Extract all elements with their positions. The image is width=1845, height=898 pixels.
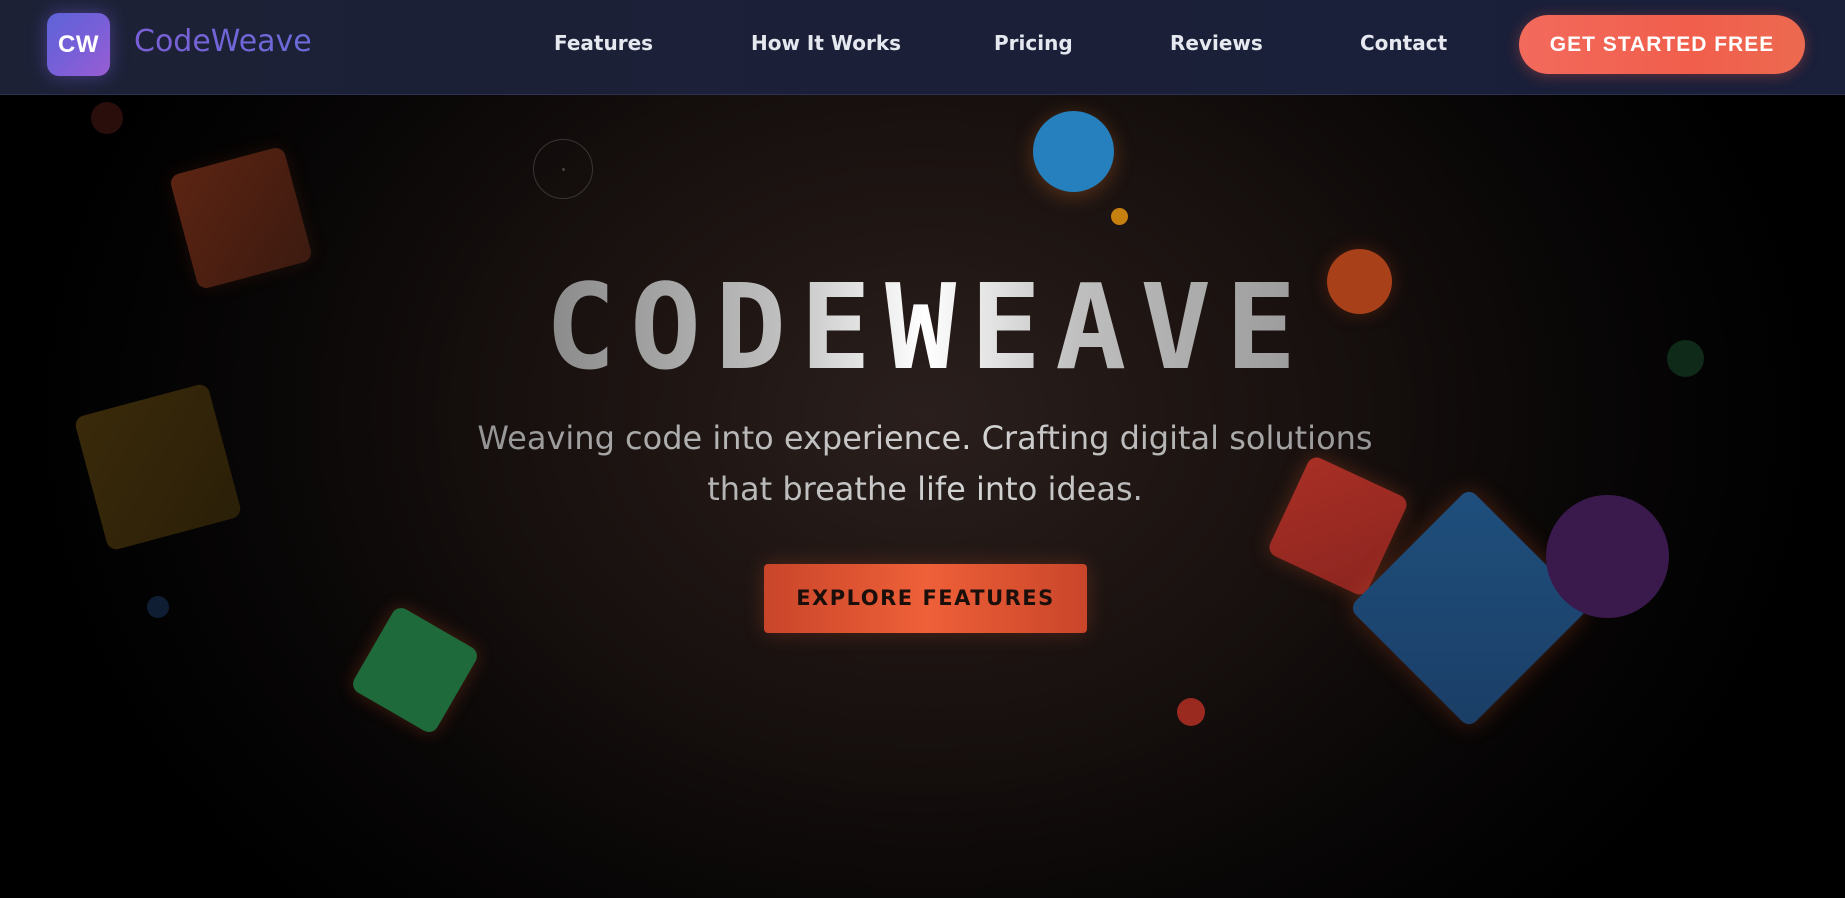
hero-subtitle-line-1: Weaving code into experience. Crafting d… (477, 419, 1373, 457)
decor-dot-red (1177, 698, 1205, 726)
decor-dot-navy (147, 596, 169, 618)
logo-badge[interactable]: CW (47, 13, 110, 76)
decor-circle-purple (1546, 495, 1669, 618)
hero-subtitle: Weaving code into experience. Crafting d… (420, 413, 1430, 515)
nav-link-reviews[interactable]: Reviews (1170, 28, 1263, 58)
nav-link-how-it-works[interactable]: How It Works (751, 28, 901, 58)
explore-features-button[interactable]: EXPLORE FEATURES (764, 564, 1087, 633)
decor-circle-dark-green (1667, 340, 1704, 377)
hero-title: CODEWEAVE (545, 258, 1311, 396)
decor-circle-blue (1033, 111, 1114, 192)
decor-dot-tiny (562, 168, 565, 171)
brand-name-link[interactable]: CodeWeave (134, 20, 312, 64)
nav-link-pricing[interactable]: Pricing (994, 28, 1073, 58)
get-started-free-button[interactable]: GET STARTED FREE (1519, 15, 1805, 74)
decor-square-amber (73, 382, 243, 552)
nav-link-features[interactable]: Features (554, 28, 653, 58)
hero-section: CODEWEAVE Weaving code into experience. … (0, 95, 1845, 898)
top-navbar: CW CodeWeave Features How It Works Prici… (0, 0, 1845, 95)
logo-text: CW (58, 30, 99, 58)
hero-subtitle-line-2: that breathe life into ideas. (707, 470, 1143, 508)
decor-dot-yellow (1111, 208, 1128, 225)
decor-square-rust (168, 145, 314, 291)
decor-circle-dark-red (91, 102, 123, 134)
decor-square-green (349, 604, 481, 736)
decor-circle-orange (1327, 249, 1392, 314)
nav-link-contact[interactable]: Contact (1360, 28, 1447, 58)
